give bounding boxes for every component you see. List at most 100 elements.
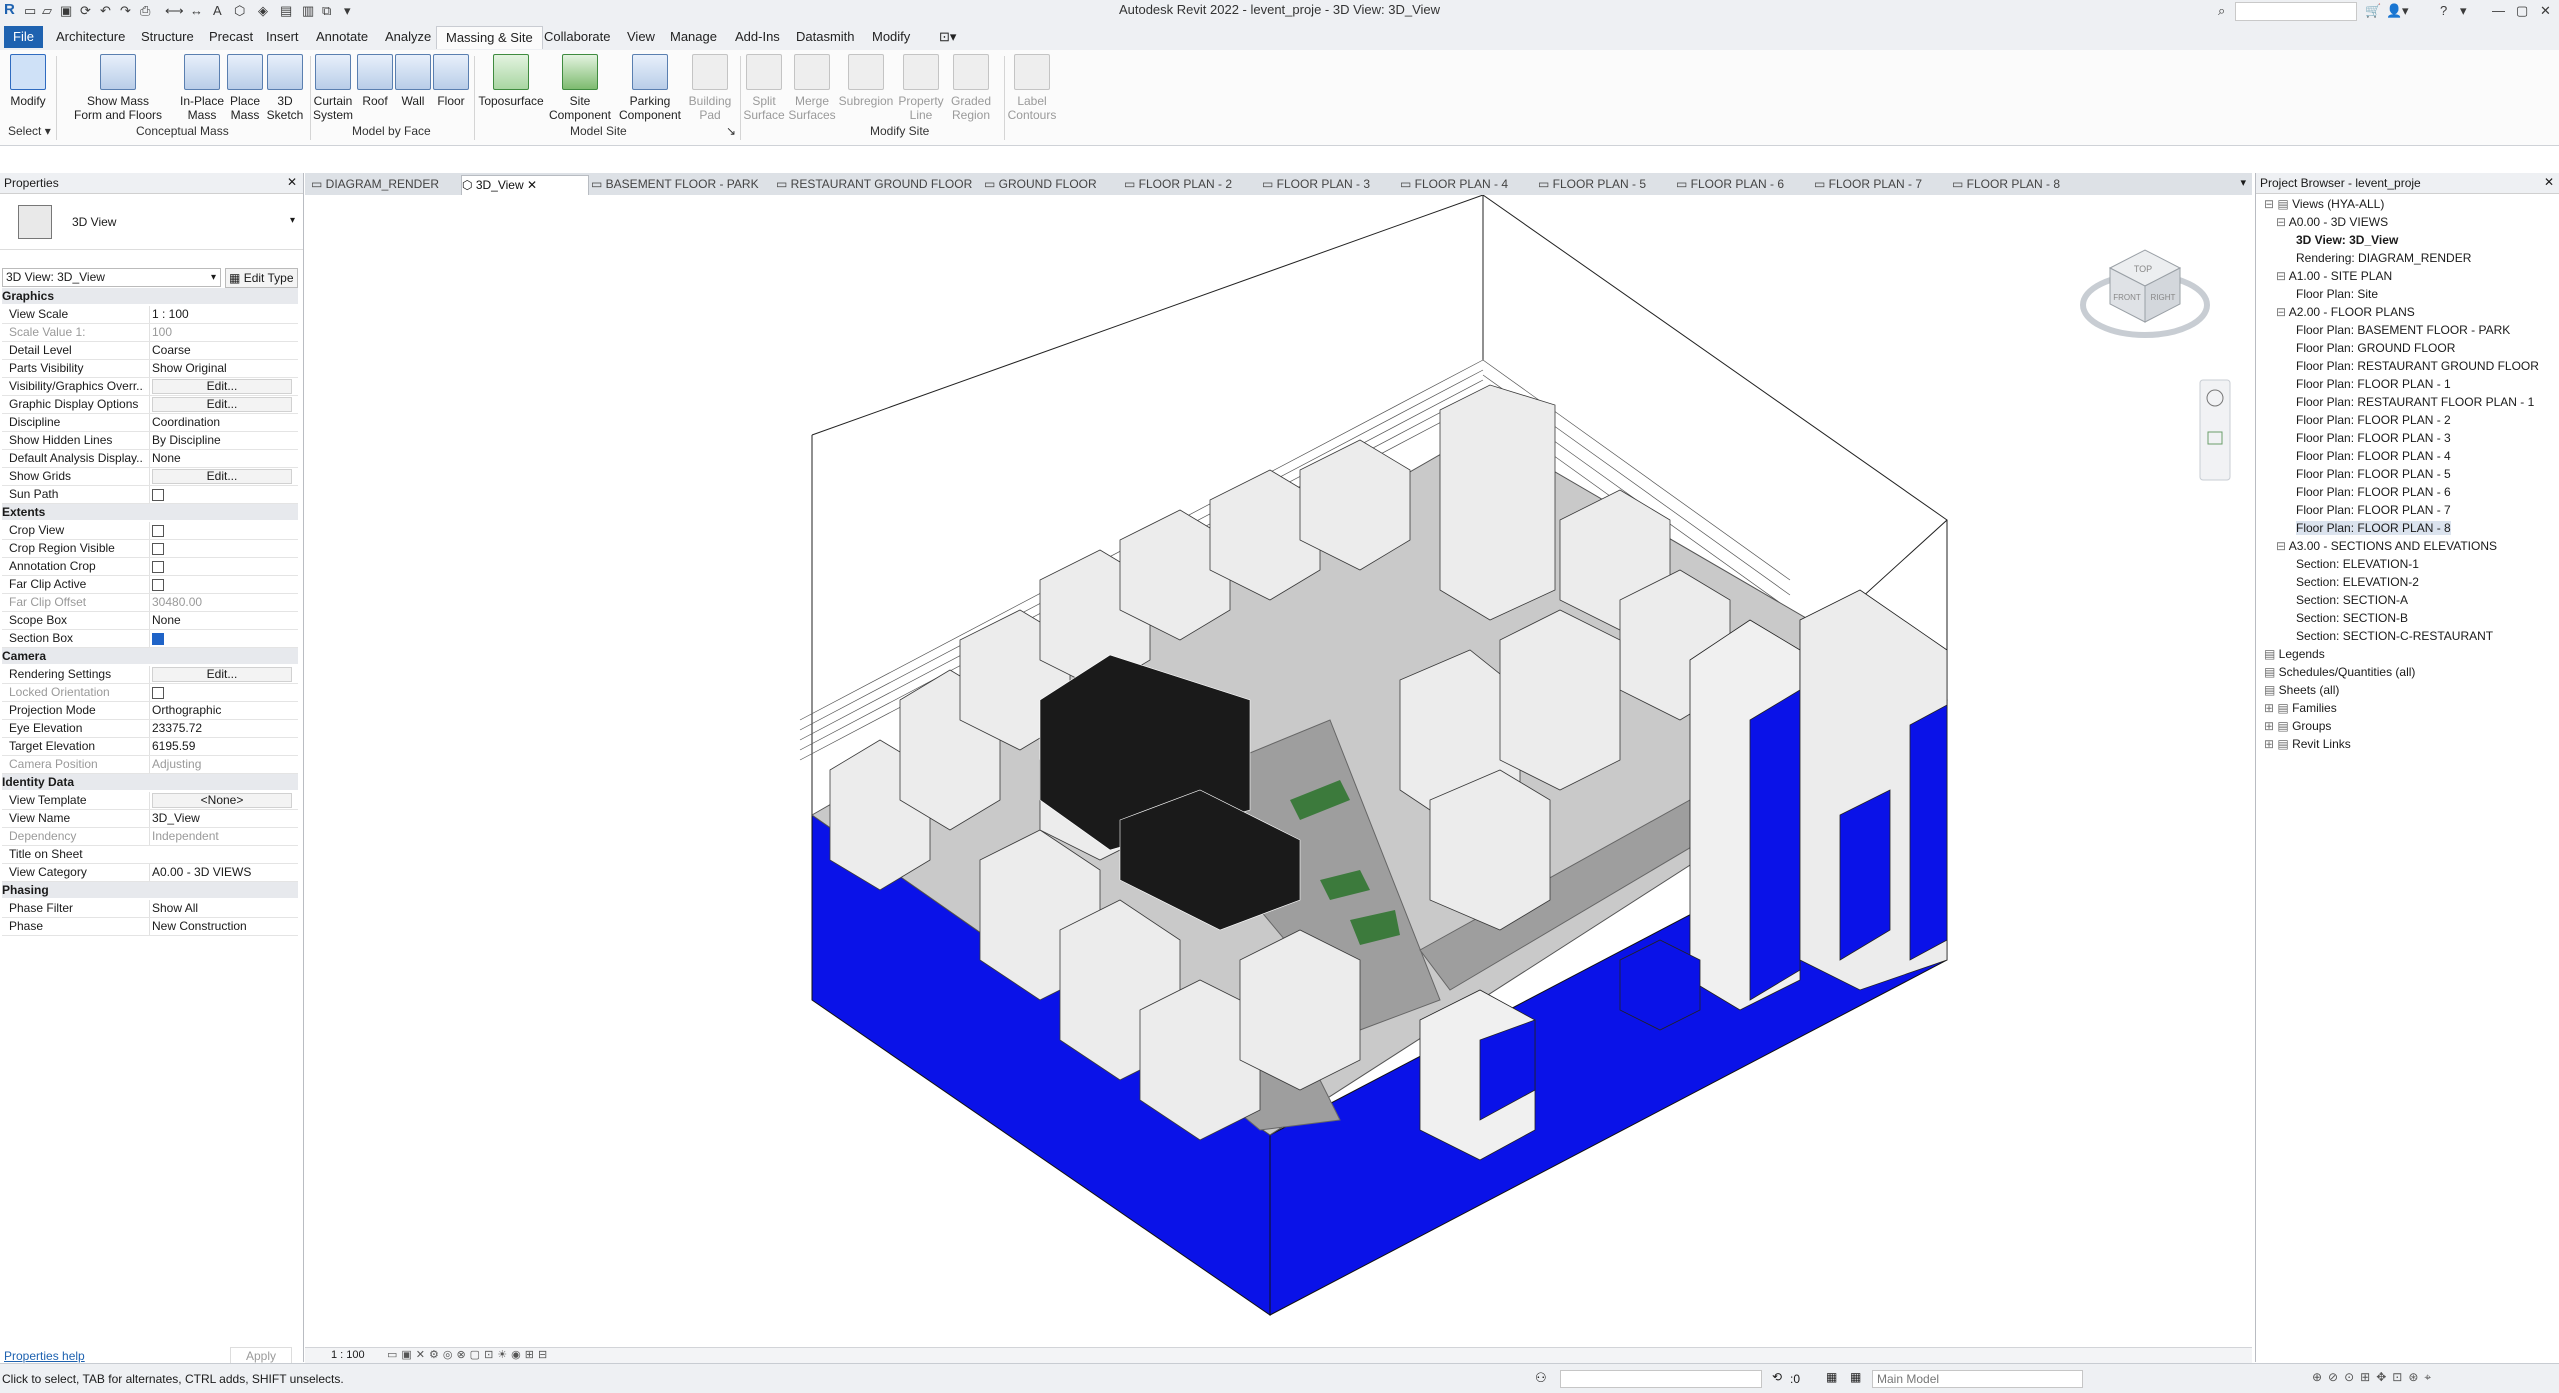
view-tab[interactable]: ▭ GROUND FLOOR — [984, 175, 1120, 194]
property-checkbox[interactable] — [152, 524, 164, 537]
property-edit-button[interactable]: <None> — [152, 793, 292, 808]
property-value[interactable]: Orthographic — [149, 702, 295, 719]
browser-item[interactable]: Floor Plan: FLOOR PLAN - 5 — [2296, 467, 2451, 481]
browser-item[interactable]: ⊞ ▤ Groups — [2264, 719, 2331, 733]
property-value[interactable] — [149, 540, 295, 557]
workset-dropdown[interactable] — [1560, 1370, 1762, 1388]
property-row[interactable]: Parts Visibility Show Original — [2, 360, 298, 378]
property-checkbox[interactable] — [152, 578, 164, 591]
chevron-down-icon[interactable]: ▾ — [2402, 3, 2409, 19]
browser-item[interactable]: ⊟ ▤ Views (HYA-ALL) — [2264, 197, 2384, 211]
property-row[interactable]: Detail Level Coarse — [2, 342, 298, 360]
property-checkbox[interactable] — [152, 632, 164, 645]
property-value[interactable]: Coarse — [149, 342, 295, 359]
3d-model-view[interactable]: TOP RIGHT FRONT — [305, 194, 2252, 1350]
close-tab-icon[interactable]: ✕ — [524, 178, 537, 192]
property-row[interactable]: Far Clip Active — [2, 576, 298, 594]
browser-item[interactable]: ⊟ A0.00 - 3D VIEWS — [2276, 215, 2388, 229]
property-row[interactable]: View Category A0.00 - 3D VIEWS — [2, 864, 298, 882]
browser-item[interactable]: Floor Plan: FLOOR PLAN - 8 — [2296, 521, 2451, 535]
properties-section[interactable]: Camera — [2, 648, 298, 664]
close-icon[interactable]: ✕ — [2544, 175, 2554, 189]
property-value[interactable]: Edit... — [149, 468, 295, 485]
collapse-icon[interactable]: ⊟ — [2276, 215, 2289, 229]
browser-item[interactable]: Floor Plan: FLOOR PLAN - 6 — [2296, 485, 2451, 499]
place-mass-button[interactable]: Place Mass — [224, 54, 266, 122]
properties-section[interactable]: Identity Data — [2, 774, 298, 790]
toposurface-button[interactable]: Toposurface — [476, 54, 546, 108]
property-row[interactable]: Phase New Construction — [2, 918, 298, 936]
close-icon[interactable]: ✕ — [287, 175, 297, 189]
collapse-icon[interactable]: ⊟ — [2264, 197, 2277, 211]
editable-only-icon[interactable]: ▦ — [1826, 1370, 1837, 1384]
property-value[interactable]: By Discipline — [149, 432, 295, 449]
tab-view[interactable]: View — [618, 26, 664, 48]
type-selector[interactable]: 3D View ▾ — [0, 195, 303, 250]
tab-add-ins[interactable]: Add-Ins — [726, 26, 789, 48]
collapse-icon[interactable]: ⊟ — [2276, 269, 2289, 283]
browser-item[interactable]: Floor Plan: RESTAURANT FLOOR PLAN - 1 — [2296, 395, 2534, 409]
tab-file[interactable]: File — [4, 26, 43, 48]
tab-modify[interactable]: Modify — [863, 26, 919, 48]
property-row[interactable]: Scale Value 1: 100 — [2, 324, 298, 342]
property-row[interactable]: Dependency Independent — [2, 828, 298, 846]
property-value[interactable]: None — [149, 612, 295, 629]
edit-type-button[interactable]: ▦ Edit Type — [225, 268, 298, 288]
tab-massing-site[interactable]: Massing & Site — [436, 26, 543, 49]
view-tab[interactable]: ▭ RESTAURANT GROUND FLOOR — [776, 175, 980, 194]
tab-collaborate[interactable]: Collaborate — [535, 26, 620, 48]
search-input[interactable] — [2235, 2, 2357, 21]
worksets-icon[interactable]: ⚇ — [1535, 1370, 1547, 1386]
property-value[interactable]: A0.00 - 3D VIEWS — [149, 864, 295, 881]
browser-item[interactable]: 3D View: 3D_View — [2296, 233, 2398, 247]
property-row[interactable]: Discipline Coordination — [2, 414, 298, 432]
property-value[interactable]: Show All — [149, 900, 295, 917]
properties-section[interactable]: Graphics — [2, 288, 298, 304]
browser-item[interactable]: Floor Plan: RESTAURANT GROUND FLOOR — [2296, 359, 2539, 373]
property-checkbox[interactable] — [152, 488, 164, 501]
building-pad-button[interactable]: Building Pad — [686, 54, 734, 122]
modify-button[interactable]: Modify — [6, 54, 50, 108]
browser-item[interactable]: Floor Plan: Site — [2296, 287, 2378, 301]
property-edit-button[interactable]: Edit... — [152, 397, 292, 412]
view-tab[interactable]: ▭ DIAGRAM_RENDER — [311, 175, 457, 194]
property-row[interactable]: View Scale 1 : 100 — [2, 306, 298, 324]
collapse-icon[interactable]: ⊟ — [2276, 305, 2289, 319]
view-tab[interactable]: ▭ FLOOR PLAN - 6 — [1676, 175, 1810, 194]
browser-item[interactable]: ⊟ A2.00 - FLOOR PLANS — [2276, 305, 2415, 319]
tabs-overflow-icon[interactable]: ▾ — [2240, 176, 2246, 189]
in-place-mass-button[interactable]: In-Place Mass — [176, 54, 228, 122]
wall-button[interactable]: Wall — [394, 54, 432, 108]
tab-architecture[interactable]: Architecture — [47, 26, 134, 48]
selection-filter-icons[interactable]: ⊕⊘⊙⊞✥⊡⊛⌖ — [2312, 1370, 2437, 1385]
3d-sketch-button[interactable]: 3D Sketch — [264, 54, 306, 122]
property-value[interactable] — [149, 630, 295, 647]
subregion-button[interactable]: Subregion — [838, 54, 894, 108]
tab-precast[interactable]: Precast — [200, 26, 262, 48]
user-icon[interactable]: 👤 — [2386, 3, 2402, 19]
property-edit-button[interactable]: Edit... — [152, 667, 292, 682]
property-row[interactable]: Locked Orientation — [2, 684, 298, 702]
property-row[interactable]: Rendering Settings Edit... — [2, 666, 298, 684]
roof-button[interactable]: Roof — [356, 54, 394, 108]
property-value[interactable] — [149, 522, 295, 539]
panel-launcher-icon[interactable]: ↘ — [726, 124, 736, 138]
browser-item[interactable]: Rendering: DIAGRAM_RENDER — [2296, 251, 2471, 265]
browser-item[interactable]: ▤ Sheets (all) — [2264, 683, 2339, 697]
property-value[interactable]: 1 : 100 — [149, 306, 295, 323]
tab-annotate[interactable]: Annotate — [307, 26, 377, 48]
select-dropdown[interactable]: Select ▾ — [8, 124, 51, 138]
show-mass-button[interactable]: Show Mass Form and Floors — [68, 54, 168, 122]
view-tab[interactable]: ▭ BASEMENT FLOOR - PARK — [591, 175, 772, 194]
browser-item[interactable]: Floor Plan: BASEMENT FLOOR - PARK — [2296, 323, 2510, 337]
properties-section[interactable]: Phasing — [2, 882, 298, 898]
property-row[interactable]: Show Hidden Lines By Discipline — [2, 432, 298, 450]
tab-structure[interactable]: Structure — [132, 26, 203, 48]
browser-item[interactable]: Floor Plan: GROUND FLOOR — [2296, 341, 2455, 355]
design-option-icon[interactable]: ▦ — [1850, 1370, 1861, 1384]
property-value[interactable]: <None> — [149, 792, 295, 809]
view-tab[interactable]: ▭ FLOOR PLAN - 7 — [1814, 175, 1948, 194]
property-row[interactable]: Annotation Crop — [2, 558, 298, 576]
browser-item[interactable]: Section: ELEVATION-1 — [2296, 557, 2419, 571]
properties-section[interactable]: Extents — [2, 504, 298, 520]
